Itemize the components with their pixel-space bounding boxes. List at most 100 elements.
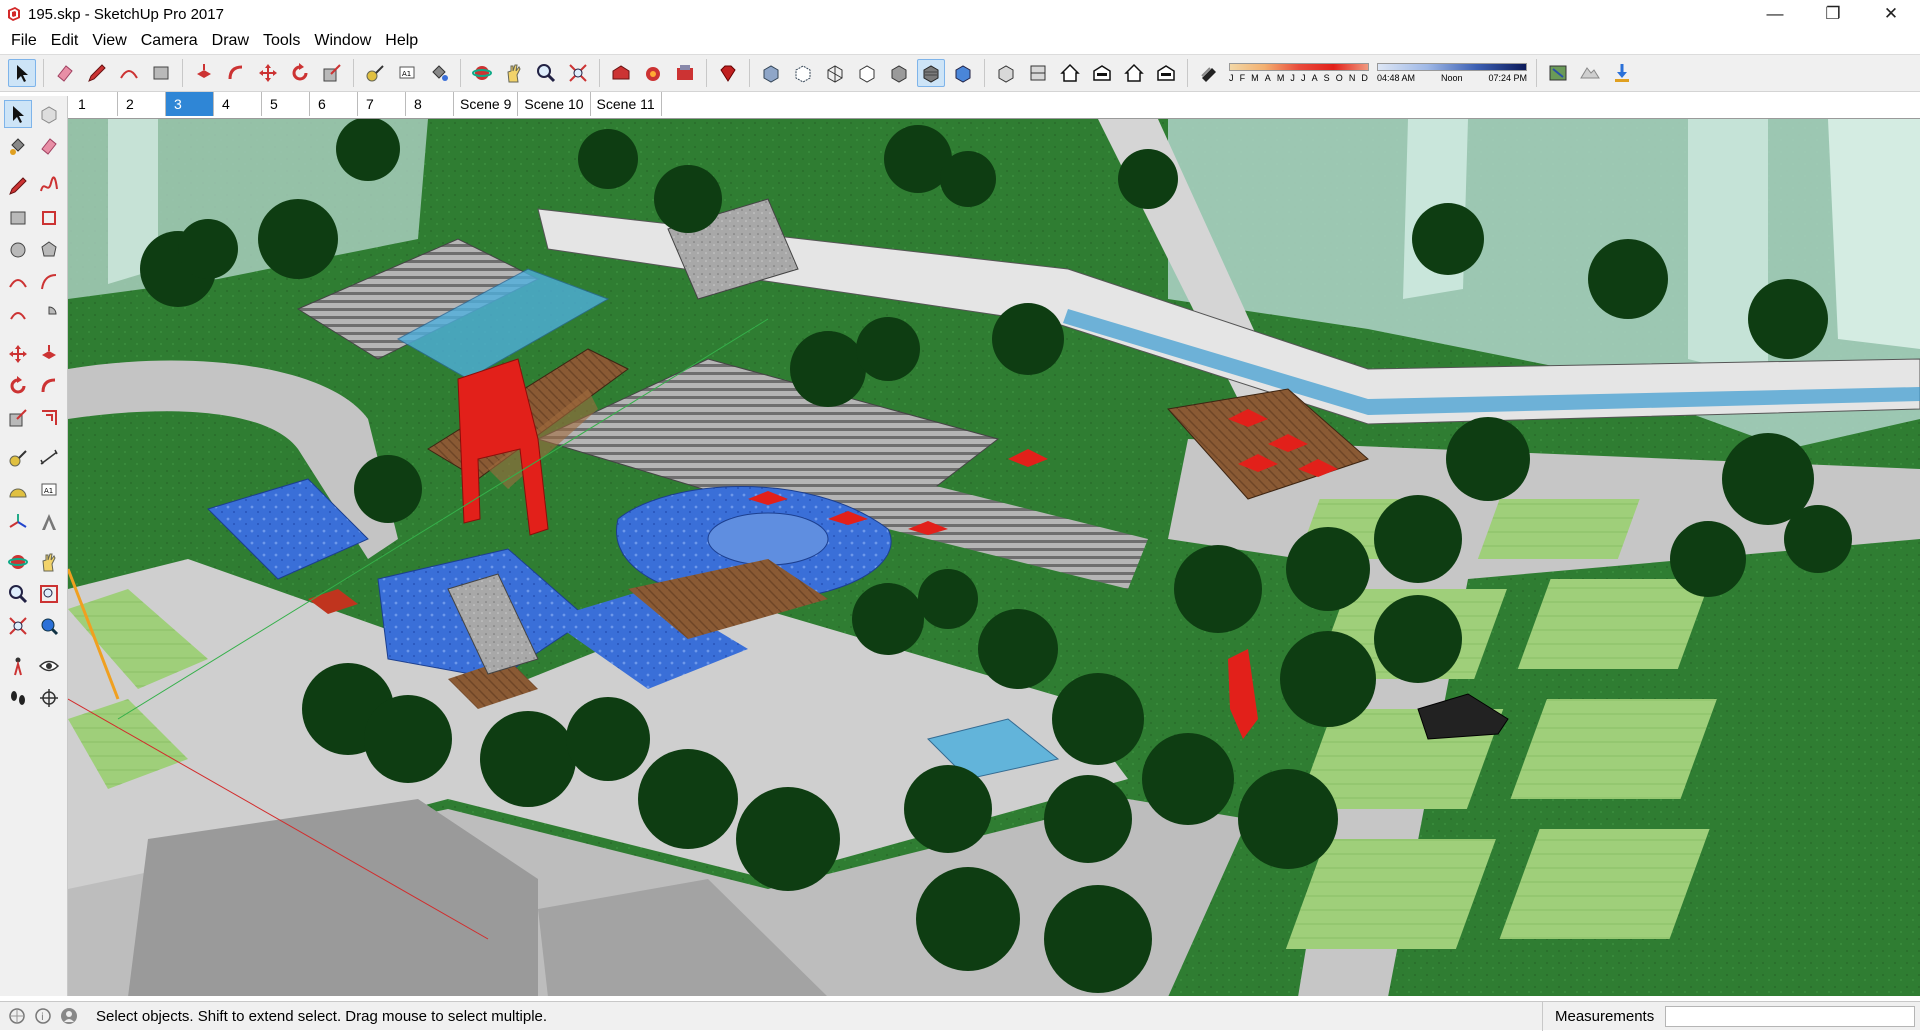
rotate-tool-button[interactable] — [286, 59, 314, 87]
close-button[interactable]: ✕ — [1862, 0, 1920, 28]
protractor-tool[interactable] — [4, 476, 32, 504]
shaded-style-button[interactable] — [885, 59, 913, 87]
zoom-window-tool[interactable] — [36, 580, 64, 608]
time-slider-track[interactable] — [1377, 63, 1527, 71]
text-tool-button[interactable]: A1 — [393, 59, 421, 87]
iso-view-button[interactable] — [992, 59, 1020, 87]
arc-tool-button[interactable] — [115, 59, 143, 87]
menu-draw[interactable]: Draw — [205, 28, 256, 54]
month-slider-track[interactable] — [1229, 63, 1369, 71]
arc-tool[interactable] — [4, 268, 32, 296]
freehand-tool[interactable] — [36, 172, 64, 200]
extension-warehouse-button[interactable] — [671, 59, 699, 87]
scene-tab-7[interactable]: 7 — [358, 92, 406, 116]
ruby-console-button[interactable] — [714, 59, 742, 87]
right-view-button[interactable] — [1088, 59, 1116, 87]
move-tool-button[interactable] — [254, 59, 282, 87]
measurements-input[interactable] — [1665, 1006, 1915, 1027]
pan-tool[interactable] — [36, 548, 64, 576]
maximize-button[interactable]: ❐ — [1804, 0, 1862, 28]
tape-measure-tool-button[interactable] — [361, 59, 389, 87]
circle-tool[interactable] — [4, 236, 32, 264]
back-view-button[interactable] — [1120, 59, 1148, 87]
axes-tool[interactable] — [4, 508, 32, 536]
orbit-tool-button[interactable] — [468, 59, 496, 87]
rectangle-tool[interactable] — [4, 204, 32, 232]
toggle-shadows-button[interactable] — [1195, 59, 1223, 87]
credits-info-icon[interactable]: i — [34, 1007, 52, 1025]
follow-me-tool-button[interactable] — [222, 59, 250, 87]
menu-view[interactable]: View — [85, 28, 133, 54]
line-tool[interactable] — [4, 172, 32, 200]
model-viewport[interactable] — [68, 118, 1920, 996]
shaded-with-textures-style-button[interactable] — [917, 59, 945, 87]
shadow-time-slider[interactable]: 04:48 AM Noon 07:24 PM — [1377, 63, 1527, 83]
dimension-tool[interactable] — [36, 444, 64, 472]
eraser-tool-button[interactable] — [51, 59, 79, 87]
hidden-line-style-button[interactable] — [853, 59, 881, 87]
select-tool-button[interactable] — [8, 59, 36, 87]
polygon-tool[interactable] — [36, 236, 64, 264]
paint-bucket-tool-button[interactable] — [425, 59, 453, 87]
scene-tab-1[interactable]: 1 — [70, 92, 118, 116]
share-component-button[interactable] — [639, 59, 667, 87]
look-around-tool[interactable] — [36, 652, 64, 680]
move-tool[interactable] — [4, 340, 32, 368]
menu-window[interactable]: Window — [307, 28, 378, 54]
text-tool[interactable]: A1 — [36, 476, 64, 504]
rotated-rectangle-tool[interactable] — [36, 204, 64, 232]
scene-tab-10[interactable]: Scene 10 — [518, 92, 591, 116]
add-location-button[interactable] — [1544, 59, 1572, 87]
offset-tool[interactable] — [36, 404, 64, 432]
rotate-tool[interactable] — [4, 372, 32, 400]
scene-tab-6[interactable]: 6 — [310, 92, 358, 116]
menu-help[interactable]: Help — [378, 28, 425, 54]
scene-tab-5[interactable]: 5 — [262, 92, 310, 116]
scene-tab-4[interactable]: 4 — [214, 92, 262, 116]
monochrome-style-button[interactable] — [949, 59, 977, 87]
push-pull-tool-button[interactable] — [190, 59, 218, 87]
scale-tool-button[interactable] — [318, 59, 346, 87]
xray-style-button[interactable] — [757, 59, 785, 87]
back-edges-style-button[interactable] — [789, 59, 817, 87]
make-component-tool[interactable] — [36, 100, 63, 128]
top-view-button[interactable] — [1024, 59, 1052, 87]
menu-camera[interactable]: Camera — [134, 28, 205, 54]
front-view-button[interactable] — [1056, 59, 1084, 87]
menu-tools[interactable]: Tools — [256, 28, 307, 54]
shadow-month-slider[interactable]: J F M A M J J A S O N D — [1229, 63, 1369, 83]
orbit-tool[interactable] — [4, 548, 32, 576]
pie-tool[interactable] — [36, 300, 64, 328]
left-view-button[interactable] — [1152, 59, 1180, 87]
toggle-terrain-button[interactable] — [1576, 59, 1604, 87]
zoom-tool-button[interactable] — [532, 59, 560, 87]
minimize-button[interactable]: — — [1746, 0, 1804, 28]
zoom-extents-tool-button[interactable] — [564, 59, 592, 87]
follow-me-tool[interactable] — [36, 372, 64, 400]
walk-tool[interactable] — [4, 684, 32, 712]
wireframe-style-button[interactable] — [821, 59, 849, 87]
scene-tab-2[interactable]: 2 — [118, 92, 166, 116]
paint-bucket-tool[interactable] — [4, 132, 32, 160]
pan-tool-button[interactable] — [500, 59, 528, 87]
tape-measure-tool[interactable] — [4, 444, 32, 472]
scene-tab-8[interactable]: 8 — [406, 92, 454, 116]
select-tool[interactable] — [4, 100, 32, 128]
3d-warehouse-button[interactable] — [607, 59, 635, 87]
scale-tool[interactable] — [4, 404, 32, 432]
push-pull-tool[interactable] — [36, 340, 64, 368]
geo-location-status-icon[interactable] — [8, 1007, 26, 1025]
scene-tab-11[interactable]: Scene 11 — [591, 92, 662, 116]
menu-edit[interactable]: Edit — [44, 28, 86, 54]
three-point-arc-tool[interactable] — [4, 300, 32, 328]
geo-import-button[interactable] — [1608, 59, 1636, 87]
zoom-extents-tool[interactable] — [4, 612, 32, 640]
eraser-tool[interactable] — [36, 132, 64, 160]
previous-view-tool[interactable] — [36, 612, 64, 640]
two-point-arc-tool[interactable] — [36, 268, 64, 296]
rectangle-tool-button[interactable] — [147, 59, 175, 87]
scene-tab-9[interactable]: Scene 9 — [454, 92, 519, 116]
landscape-model-scene[interactable] — [68, 119, 1920, 996]
user-account-icon[interactable] — [60, 1007, 78, 1025]
menu-file[interactable]: File — [4, 28, 44, 54]
